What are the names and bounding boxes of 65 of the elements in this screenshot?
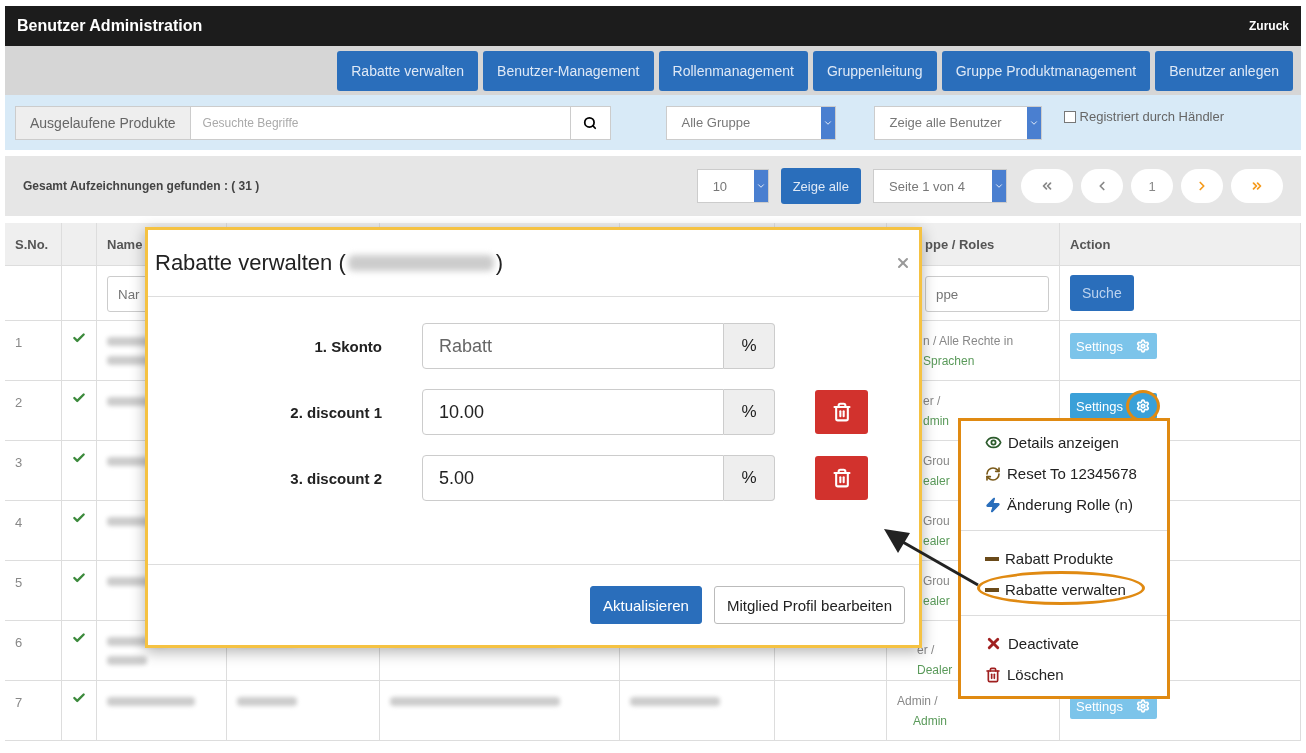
app-title: Benutzer Administration (17, 17, 203, 35)
back-link[interactable]: Zuruck (1249, 19, 1289, 33)
row-number: 4 (5, 501, 62, 561)
eye-icon (985, 434, 1002, 451)
nav-button[interactable]: Benutzer-Management (483, 50, 654, 91)
nav-button[interactable]: Gruppe Produktmanagement (941, 50, 1151, 91)
trash-icon (985, 666, 1001, 683)
group-filter-field[interactable]: ppe (925, 276, 1049, 312)
delete-button[interactable] (815, 390, 868, 434)
close-button[interactable] (895, 255, 911, 271)
edit-profile-button[interactable]: Mitglied Profil bearbeiten (713, 586, 905, 624)
dash-icon (985, 587, 999, 592)
update-button[interactable]: Aktualisieren (590, 586, 702, 624)
dealer-checkbox[interactable]: Registriert durch Händler (1063, 109, 1225, 124)
category-label: Ausgelaufene Produkte (15, 105, 191, 140)
group-select[interactable]: Alle Gruppe (665, 105, 836, 140)
percent-addon: % (724, 455, 775, 501)
header-cell: Action (1060, 223, 1301, 266)
trash-icon (831, 468, 852, 488)
row-number: 1 (5, 321, 62, 381)
field-label: 2. discount 1 (289, 403, 382, 421)
blurred-text (237, 697, 297, 706)
close-icon (895, 255, 911, 271)
settings-icon (1136, 339, 1150, 353)
page-select[interactable]: Seite 1 von 4 (873, 169, 1007, 203)
show-all-button[interactable]: Zeige alle (780, 168, 861, 204)
field-label: 3. discount 2 (289, 469, 382, 487)
discount-field[interactable]: Rabatt (422, 323, 724, 369)
settings-icon (1136, 399, 1150, 413)
nav-button[interactable]: Gruppenleitung (812, 50, 937, 91)
discount-field[interactable]: 10.00 (422, 389, 724, 435)
settings-button[interactable]: Settings (1070, 393, 1157, 419)
nav-button[interactable]: Benutzer anlegen (1155, 50, 1293, 91)
page-button[interactable]: 1 (1131, 169, 1173, 203)
blurred-text (107, 656, 147, 665)
delete-button[interactable] (815, 456, 868, 500)
first-page-icon (1040, 179, 1054, 193)
caret-icon (994, 181, 1004, 191)
search-field[interactable]: Gesuchte Begriffe (190, 105, 571, 140)
page-size-select[interactable]: 10 (696, 169, 769, 203)
caret-icon (755, 181, 766, 191)
trash-icon (831, 402, 852, 422)
field-label: 1. Skonto (313, 337, 382, 355)
refresh-icon (985, 465, 1001, 482)
nav-button[interactable]: Rollenmanagement (658, 50, 808, 91)
dash-icon (985, 556, 999, 561)
last-page-icon (1250, 179, 1264, 193)
nav-button[interactable]: Rabatte verwalten (337, 50, 479, 91)
search-button[interactable]: Suche (1070, 275, 1134, 311)
cross-icon (985, 635, 1002, 652)
row-number: 5 (5, 561, 62, 621)
record-count: Gesamt Aufzeichnungen gefunden : ( 31 ) (23, 179, 261, 193)
search-button[interactable] (570, 105, 611, 140)
row-number: 7 (5, 681, 62, 741)
row-number: 3 (5, 441, 62, 501)
discount-field[interactable]: 5.00 (422, 455, 724, 501)
lightning-icon (985, 496, 1001, 513)
row-number: 6 (5, 621, 62, 681)
search-icon (583, 115, 598, 130)
percent-addon: % (724, 389, 775, 435)
header-cell (62, 223, 97, 266)
row-number: 2 (5, 381, 62, 441)
user-select[interactable]: Zeige alle Benutzer (873, 105, 1042, 140)
percent-addon: % (724, 323, 775, 369)
header-cell: S.No. (5, 223, 62, 266)
